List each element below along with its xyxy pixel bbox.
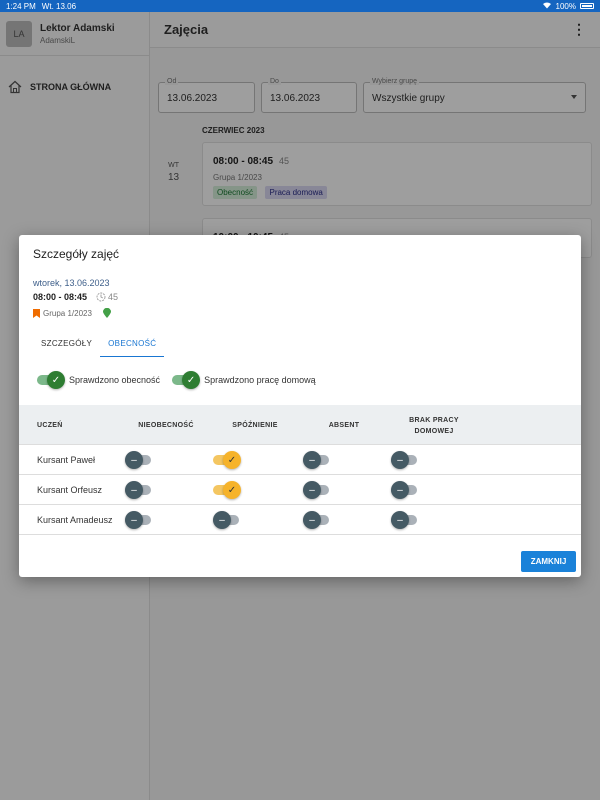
checks: ✓ Sprawdzono obecność ✓ Sprawdzono pracę… (37, 371, 316, 389)
no-homework-toggle[interactable]: – (391, 511, 419, 529)
column-absent: ABSENT (328, 422, 360, 429)
column-no-homework: BRAK PRACY DOMOWEJ (409, 417, 459, 435)
wifi-icon (542, 1, 552, 11)
absence-toggle[interactable]: – (125, 481, 153, 499)
late-toggle[interactable]: ✓ (213, 481, 241, 499)
dialog-title: Szczegóły zajęć (33, 247, 120, 261)
battery-level: 100% (555, 1, 576, 11)
no-homework-toggle[interactable]: – (391, 481, 419, 499)
attendance-checked-toggle[interactable]: ✓ Sprawdzono obecność (37, 371, 160, 389)
column-absence: NIEOBECNOŚĆ (138, 422, 194, 429)
absent-toggle[interactable]: – (303, 511, 331, 529)
no-homework-toggle[interactable]: – (391, 451, 419, 469)
status-time: 1:24 PM (6, 1, 36, 11)
absent-toggle[interactable]: – (303, 451, 331, 469)
minus-icon: – (391, 481, 409, 499)
student-name: Kursant Paweł (37, 455, 96, 465)
minus-icon: – (125, 511, 143, 529)
table-row: Kursant Paweł – ✓ – – (19, 445, 581, 475)
status-date: Wt. 13.06 (41, 1, 77, 11)
table-row: Kursant Amadeusz – – – – (19, 505, 581, 535)
student-name: Kursant Amadeusz (37, 515, 113, 525)
minus-icon: – (213, 511, 231, 529)
homework-checked-toggle[interactable]: ✓ Sprawdzono pracę domową (172, 371, 316, 389)
attendance-checked-label: Sprawdzono obecność (69, 375, 161, 385)
absence-toggle[interactable]: – (125, 451, 153, 469)
toggle-switch[interactable]: ✓ (172, 371, 201, 389)
dialog-date: wtorek, 13.06.2023 (33, 278, 110, 288)
check-icon: ✓ (47, 371, 65, 389)
attendance-table-header: UCZEŃ NIEOBECNOŚĆ SPÓŹNIENIE ABSENT BRAK… (19, 405, 581, 445)
battery-icon (580, 3, 594, 9)
absent-toggle[interactable]: – (303, 481, 331, 499)
column-student: UCZEŃ (37, 422, 63, 429)
tab-details[interactable]: SZCZEGÓŁY (33, 331, 100, 357)
late-toggle[interactable]: ✓ (213, 451, 241, 469)
minus-icon: – (303, 481, 321, 499)
dialog-tabs: SZCZEGÓŁY OBECNOŚĆ (33, 331, 165, 357)
dialog-group-value: Grupa 1/2023 (43, 308, 92, 318)
status-bar: 1:24 PM Wt. 13.06 100% (0, 0, 600, 12)
clock-icon (96, 292, 106, 302)
late-toggle[interactable]: – (213, 511, 241, 529)
class-details-dialog: Szczegóły zajęć wtorek, 13.06.2023 08:00… (19, 235, 581, 577)
table-row: Kursant Orfeusz – ✓ – – (19, 475, 581, 505)
minus-icon: – (125, 481, 143, 499)
dialog-duration: 45 (96, 292, 118, 302)
minus-icon: – (391, 511, 409, 529)
absence-toggle[interactable]: – (125, 511, 153, 529)
close-button[interactable]: ZAMKNIJ (521, 551, 576, 572)
dialog-time: 08:00 - 08:45 (33, 292, 88, 302)
dialog-duration-value: 45 (108, 292, 119, 302)
dialog-group: Grupa 1/2023 (33, 308, 111, 318)
student-name: Kursant Orfeusz (37, 485, 103, 495)
check-icon: ✓ (182, 371, 201, 389)
location-pin-icon (102, 308, 111, 318)
minus-icon: – (303, 511, 321, 529)
check-icon: ✓ (223, 481, 241, 499)
column-late: SPÓŹNIENIE (232, 422, 278, 429)
minus-icon: – (125, 451, 143, 469)
check-icon: ✓ (223, 451, 241, 469)
minus-icon: – (391, 451, 409, 469)
homework-checked-label: Sprawdzono pracę domową (204, 375, 316, 385)
minus-icon: – (303, 451, 321, 469)
tab-attendance[interactable]: OBECNOŚĆ (100, 331, 165, 357)
bookmark-icon (33, 308, 40, 318)
toggle-switch[interactable]: ✓ (37, 371, 65, 389)
